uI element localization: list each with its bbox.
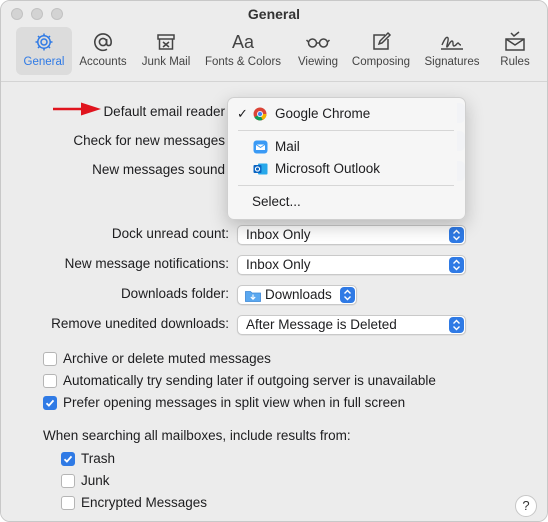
include-trash-checkbox[interactable] [61,452,75,466]
popup-value: Inbox Only [246,257,311,272]
toolbar-item-signatures[interactable]: Signatures [421,27,483,75]
junk-bin-icon [157,34,175,50]
new-messages-sound-label: New messages sound [92,162,225,177]
archive-muted-checkbox[interactable] [43,352,57,366]
archive-muted-label: Archive or delete muted messages [63,351,271,366]
mail-preferences-window: General General Accounts Junk Mail Aa Fo… [0,0,548,522]
red-arrow-annotation [53,102,101,116]
menu-item-label: Select... [252,194,301,209]
toolbar-item-viewing[interactable]: Viewing [291,27,345,75]
menu-item-label: Mail [275,139,300,154]
toolbar-item-accounts[interactable]: Accounts [75,27,131,75]
auto-send-later-label: Automatically try sending later if outgo… [63,373,436,388]
menu-item-label: Microsoft Outlook [275,161,381,176]
menu-item-label: Google Chrome [275,106,371,121]
downloads-folder-popup[interactable]: Downloads [237,285,357,305]
menu-item-select[interactable]: Select... [228,192,465,212]
include-encrypted-label: Encrypted Messages [81,495,208,510]
remove-unedited-downloads-label: Remove unedited downloads: [51,316,229,331]
checkmark-icon [45,399,55,407]
mail-app-icon [253,140,268,160]
toolbar-item-rules[interactable]: Rules [493,27,537,75]
new-message-notifications-popup[interactable]: Inbox Only [237,255,466,275]
up-down-chevron-icon [449,227,464,243]
popup-value: Inbox Only [246,227,311,242]
default-email-reader-menu: ✓ Google Chrome Mail Microsoft Outlook S… [227,97,466,220]
search-mailboxes-heading: When searching all mailboxes, include re… [43,428,351,443]
check-new-messages-label: Check for new messages [73,133,225,148]
menu-item-google-chrome[interactable]: ✓ Google Chrome [228,104,465,124]
downloads-folder-label: Downloads folder: [120,286,229,301]
gear-icon [35,33,53,51]
signature-icon [441,36,463,50]
at-sign-icon [94,33,113,52]
split-view-checkbox[interactable] [43,396,57,410]
toolbar-item-fonts-colors[interactable]: Aa Fonts & Colors [201,27,285,75]
up-down-chevron-icon [449,257,464,273]
dock-unread-count-popup[interactable]: Inbox Only [237,225,466,245]
toolbar-label: Composing [351,56,411,68]
fonts-glyph: Aa [232,32,255,52]
popup-value: Downloads [265,287,332,302]
up-down-chevron-icon [340,287,355,303]
compose-icon [373,31,392,50]
include-junk-label: Junk [81,473,110,488]
dock-unread-count-label: Dock unread count: [111,226,229,241]
include-encrypted-checkbox[interactable] [61,496,75,510]
help-button[interactable]: ? [515,495,537,517]
fonts-icon: Aa [232,32,255,52]
toolbar-label: Viewing [297,56,339,68]
checkmark-icon: ✓ [237,106,248,121]
title-bar: General General Accounts Junk Mail Aa Fo… [1,1,547,82]
split-view-label: Prefer opening messages in split view wh… [63,395,406,410]
outlook-icon [253,162,268,182]
checkmark-icon [63,455,73,463]
toolbar-label: General [23,56,65,68]
include-junk-checkbox[interactable] [61,474,75,488]
toolbar-label: Accounts [79,56,127,68]
menu-item-microsoft-outlook[interactable]: Microsoft Outlook [228,159,465,179]
remove-unedited-downloads-popup[interactable]: After Message is Deleted [237,315,466,335]
menu-item-mail[interactable]: Mail [228,137,465,157]
toolbar-item-general[interactable]: General [16,27,72,75]
auto-send-later-checkbox[interactable] [43,374,57,388]
glasses-icon [305,38,331,48]
window-title: General [247,6,301,22]
rules-icon [505,31,525,51]
include-trash-label: Trash [81,451,116,466]
up-down-chevron-icon [449,317,464,333]
toolbar-label: Fonts & Colors [204,56,282,68]
toolbar-label: Junk Mail [141,56,191,68]
popup-value: After Message is Deleted [246,317,397,332]
downloads-folder-icon [245,289,261,307]
menu-separator [238,185,454,186]
default-email-reader-label: Default email reader [103,104,225,119]
toolbar-label: Rules [500,56,530,68]
toolbar-item-junk-mail[interactable]: Junk Mail [137,27,195,75]
new-message-notifications-label: New message notifications: [64,256,229,271]
chrome-icon [253,107,267,127]
toolbar-label: Signatures [424,56,480,68]
toolbar-item-composing[interactable]: Composing [349,27,413,75]
menu-separator [238,130,454,131]
